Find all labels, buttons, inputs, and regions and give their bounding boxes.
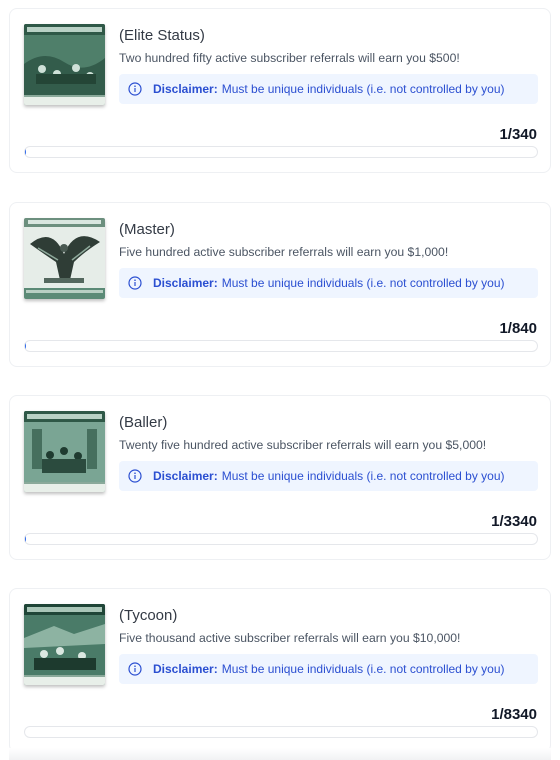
disclaimer-text: Must be unique individuals (i.e. not con… (221, 276, 505, 290)
progress-count: 1/840 (499, 320, 537, 337)
disclaimer-text: Must be unique individuals (i.e. not con… (221, 469, 505, 483)
progress-count: 1/340 (499, 126, 537, 143)
tier-card: (Master) Five hundred active subscriber … (9, 202, 551, 367)
tier-image (24, 218, 105, 299)
tier-description: Two hundred fifty active subscriber refe… (119, 51, 460, 65)
progress-count: 1/8340 (491, 706, 537, 723)
progress-bar (24, 340, 538, 352)
disclaimer-label: Disclaimer: (153, 82, 218, 96)
disclaimer-text: Must be unique individuals (i.e. not con… (221, 662, 505, 676)
progress-bar (24, 146, 538, 158)
banknote-eagle-icon (24, 218, 105, 299)
disclaimer-box: Disclaimer: Must be unique individuals (… (119, 654, 538, 684)
tier-description: Twenty five hundred active subscriber re… (119, 438, 487, 452)
progress-bar (24, 533, 538, 545)
tier-card: (Elite Status) Two hundred fifty active … (9, 8, 551, 173)
progress-count: 1/3340 (491, 513, 537, 530)
tier-description: Five hundred active subscriber referrals… (119, 245, 449, 259)
tier-title: (Master) (119, 221, 175, 238)
disclaimer-box: Disclaimer: Must be unique individuals (… (119, 461, 538, 491)
referral-tier-list: (Elite Status) Two hundred fifty active … (0, 0, 560, 760)
info-icon (128, 82, 142, 96)
tier-card: (Baller) Twenty five hundred active subs… (9, 395, 551, 560)
disclaimer-text: Must be unique individuals (i.e. not con… (221, 82, 505, 96)
scroll-fade (9, 748, 551, 760)
disclaimer-box: Disclaimer: Must be unique individuals (… (119, 268, 538, 298)
banknote-scene-icon (24, 604, 105, 685)
disclaimer-label: Disclaimer: (153, 662, 218, 676)
banknote-scene-icon (24, 411, 105, 492)
progress-fill (25, 147, 27, 157)
info-icon (128, 662, 142, 676)
progress-fill (25, 341, 26, 351)
tier-title: (Baller) (119, 414, 168, 431)
tier-image (24, 411, 105, 492)
tier-card: (Tycoon) Five thousand active subscriber… (9, 588, 551, 753)
disclaimer-label: Disclaimer: (153, 276, 218, 290)
banknote-scene-icon (24, 24, 105, 105)
disclaimer-box: Disclaimer: Must be unique individuals (… (119, 74, 538, 104)
info-icon (128, 276, 142, 290)
disclaimer-label: Disclaimer: (153, 469, 218, 483)
progress-bar (24, 726, 538, 738)
tier-title: (Tycoon) (119, 607, 178, 624)
tier-title: (Elite Status) (119, 27, 205, 44)
info-icon (128, 469, 142, 483)
tier-image (24, 24, 105, 105)
tier-image (24, 604, 105, 685)
tier-description: Five thousand active subscriber referral… (119, 631, 461, 645)
